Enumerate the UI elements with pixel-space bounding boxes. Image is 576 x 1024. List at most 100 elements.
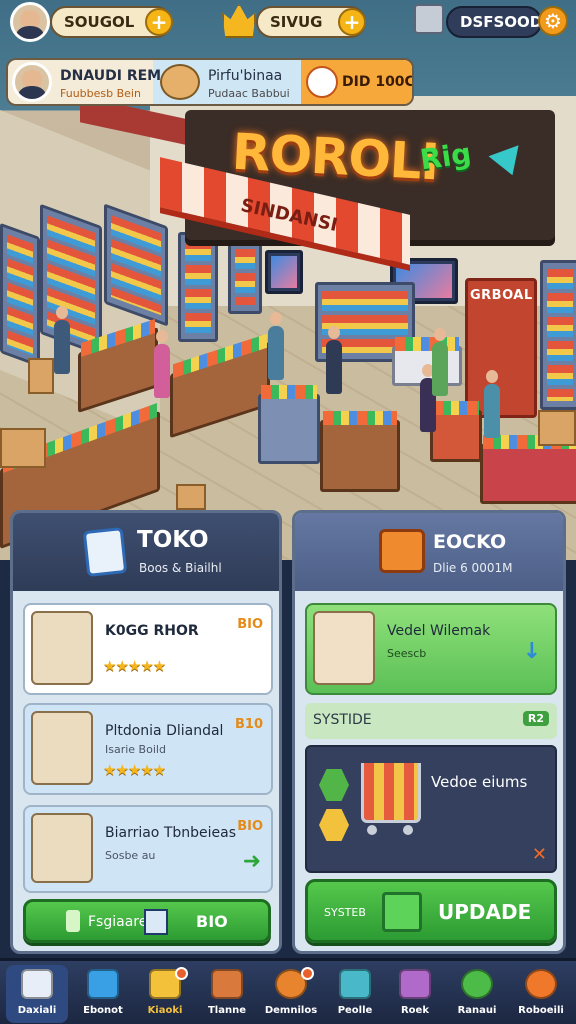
currency-pill-3: DSFSOOD — [446, 6, 542, 38]
profile-bar[interactable]: DNAUDI REM Fuubbesb Bein Pirfu'binaa Pud… — [6, 58, 414, 106]
currency3-value: DSFSOOD — [460, 13, 543, 31]
vendor-sub: Seescb — [387, 647, 427, 660]
nav-label: Ebonot — [83, 1005, 123, 1016]
checkout-counter — [320, 411, 400, 492]
cart-panel[interactable]: Vedoe eiums ✕ — [305, 745, 557, 873]
toko-card-sub: Isarie Boild — [105, 743, 166, 756]
vendor-card[interactable]: Vedel Wilemak Seescb ↓ — [305, 603, 557, 695]
crate-thumb-icon — [31, 711, 93, 785]
book-icon — [399, 969, 431, 999]
profile-item-title: Pirfu'binaa — [208, 68, 283, 84]
add-currency2-button[interactable]: + — [338, 8, 366, 36]
arrow-right-icon[interactable]: ➜ — [243, 849, 261, 874]
figure-icon — [66, 910, 80, 932]
toko-card-title: K0GG RHOR — [105, 623, 199, 639]
store-sign-tag: Rig — [417, 136, 474, 177]
down-arrow-icon[interactable]: ↓ — [523, 639, 541, 664]
system-badge: R2 — [522, 711, 549, 726]
vending-thumb-icon — [313, 611, 375, 685]
store-icon — [87, 969, 119, 999]
nav-item-kiosk[interactable]: Kiaoki — [134, 965, 196, 1023]
toko-card-value: BIO — [237, 617, 263, 632]
cashier[interactable] — [326, 326, 342, 394]
display-counter — [258, 385, 320, 464]
game-screen: ROROLI Rig SINDANSI GRBOAL SOUGOL + SIVU… — [0, 0, 576, 1024]
poster — [265, 250, 303, 294]
shopper[interactable] — [484, 370, 500, 438]
produce-crate-thumb-icon — [31, 813, 93, 883]
nav-label: Tlanne — [207, 1005, 247, 1016]
fridge — [228, 240, 262, 314]
eocko-panel: EOCKO Dlie 6 0001M Vedel Wilemak Seescb … — [292, 510, 566, 954]
settings-gear-icon[interactable]: ⚙ — [538, 6, 568, 36]
nav-item-store[interactable]: Ebonot — [72, 965, 134, 1023]
bottom-nav: Daxiali Ebonot Kiaoki Tlanne Demnilos Pe… — [0, 958, 576, 1024]
cardboard-box — [28, 358, 54, 394]
nav-item-home[interactable]: Daxiali — [6, 965, 68, 1023]
add-currency1-button[interactable]: + — [145, 8, 173, 36]
profile-value: DID 100CK — [342, 74, 414, 90]
nav-item-plan[interactable]: Tlanne — [196, 965, 258, 1023]
profile-subtitle: Fuubbesb Bein — [60, 87, 141, 100]
currency1-value: SOUGOL — [64, 13, 135, 31]
map-icon — [82, 527, 128, 577]
nav-label: Ranaui — [457, 1005, 497, 1016]
cart-wheel — [403, 825, 413, 835]
machine-label: GRBOAL — [470, 288, 533, 303]
player-avatar[interactable] — [10, 2, 50, 42]
cashier[interactable] — [268, 312, 284, 380]
nav-item-book[interactable]: Roek — [384, 965, 446, 1023]
toko-button-label: Fsgiaare — [88, 914, 148, 930]
toko-title: TOKO — [137, 527, 209, 553]
sofa-thumb-icon — [31, 611, 93, 685]
nav-label: Roboeili — [518, 1005, 564, 1016]
currency2-value: SIVUG — [270, 13, 323, 31]
eocko-title: EOCKO — [433, 531, 507, 553]
nav-item-ranking[interactable]: Ranaui — [446, 965, 508, 1023]
chest-icon — [379, 529, 425, 573]
toko-button-value: BIO — [196, 912, 228, 931]
toko-card[interactable]: K0GG RHOR BIO ★★★★★ — [23, 603, 273, 695]
shopper[interactable] — [154, 330, 170, 398]
display-counter — [480, 435, 576, 504]
cart-icon — [414, 4, 444, 34]
system-row: SYSTIDE R2 — [305, 703, 557, 739]
eocko-panel-header — [295, 513, 563, 591]
vendor-title: Vedel Wilemak — [387, 623, 491, 639]
display-counter — [430, 401, 482, 462]
shopper[interactable] — [432, 328, 448, 396]
star-rating: ★★★★★ — [103, 761, 166, 779]
picture-icon — [144, 909, 168, 935]
check-circle-icon — [461, 969, 493, 999]
nav-label: Peolle — [337, 1005, 373, 1016]
gift-box-icon — [382, 892, 422, 932]
toko-card-value: B10 — [235, 717, 263, 732]
toko-card-title: Pltdonia Dliandal — [105, 723, 224, 739]
fridge — [178, 232, 218, 342]
cart-wheel — [367, 825, 377, 835]
update-button[interactable]: SYSTEB UPDADE — [305, 879, 557, 943]
shopper[interactable] — [54, 306, 70, 374]
notification-dot — [301, 967, 314, 980]
nav-item-deals[interactable]: Demnilos — [260, 965, 322, 1023]
nav-label: Demnilos — [264, 1005, 318, 1016]
toko-card-sub: Sosbe au — [105, 849, 156, 862]
update-small-label: SYSTEB — [324, 906, 366, 919]
profile-name: DNAUDI REM — [60, 68, 162, 84]
close-icon[interactable]: ✕ — [532, 844, 547, 865]
profile-avatar — [12, 62, 52, 102]
nav-item-people[interactable]: Peolle — [324, 965, 386, 1023]
nav-item-roboeili[interactable]: Roboeili — [510, 965, 572, 1023]
home-icon — [21, 969, 53, 999]
hex-yellow-icon — [319, 809, 349, 841]
nav-label: Kiaoki — [147, 1005, 183, 1016]
toko-card[interactable]: Biarriao Tbnbeieas Sosbe au BIO ➜ — [23, 805, 273, 893]
meat-icon — [306, 66, 338, 98]
nav-label: Daxiali — [17, 1005, 57, 1016]
toko-action-button[interactable]: Fsgiaare BIO — [23, 899, 271, 943]
cart-title: Vedoe eiums — [431, 773, 528, 791]
toko-card[interactable]: Pltdonia Dliandal Isarie Boild B10 ★★★★★ — [23, 703, 273, 795]
bread-icon — [160, 64, 200, 100]
spiral-icon — [525, 969, 557, 999]
update-label: UPDADE — [438, 900, 532, 924]
